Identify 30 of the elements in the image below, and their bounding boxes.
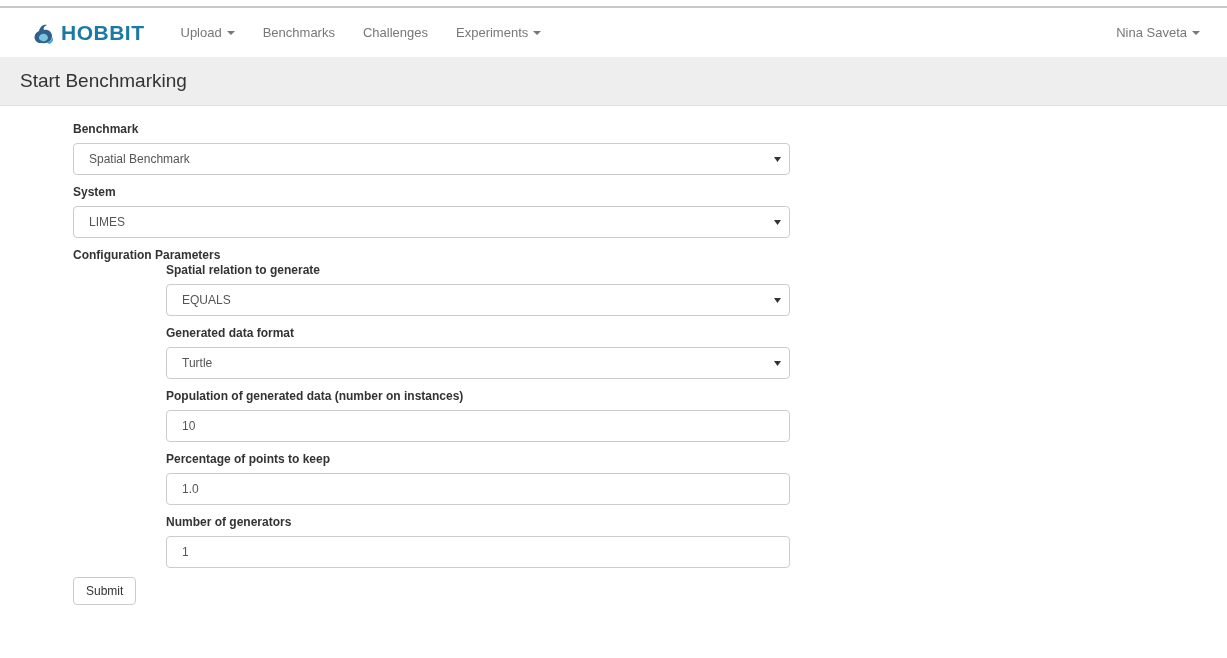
field-label: Spatial relation to generate: [166, 263, 322, 278]
dropdown-arrow-icon: [774, 156, 781, 162]
field-label: Number of generators: [166, 515, 293, 530]
input-field[interactable]: 10: [166, 410, 790, 442]
nav-link[interactable]: Upload: [180, 25, 235, 40]
select-field[interactable]: EQUALS: [166, 284, 790, 316]
section-title: Configuration Parameters: [73, 248, 222, 263]
field-label: Percentage of points to keep: [166, 452, 332, 467]
field-label: System: [73, 185, 117, 200]
page-title: Start Benchmarking: [20, 70, 187, 92]
caret-icon: [226, 30, 235, 35]
caret-icon: [1192, 30, 1200, 35]
field-label: Population of generated data (number on instances): [166, 389, 465, 404]
field-label: Benchmark: [73, 122, 140, 137]
submit-button[interactable]: Submit: [73, 577, 137, 605]
select-field[interactable]: Turtle: [166, 347, 790, 379]
brand-name[interactable]: HOBBIT: [61, 20, 145, 45]
dropdown-arrow-icon: [774, 219, 781, 225]
nav-link[interactable]: Experiments: [456, 25, 542, 40]
select-field[interactable]: LIMES: [73, 206, 790, 238]
nav-link[interactable]: Challenges: [362, 25, 428, 40]
nav-link[interactable]: Benchmarks: [262, 25, 335, 40]
dropdown-arrow-icon: [774, 360, 781, 366]
select-field[interactable]: Spatial Benchmark: [73, 143, 790, 175]
caret-icon: [533, 30, 542, 35]
dropdown-arrow-icon: [774, 297, 781, 303]
nav-link[interactable]: Nina Saveta: [1116, 25, 1200, 40]
field-label: Generated data format: [166, 326, 296, 341]
input-field[interactable]: 1: [166, 536, 790, 568]
input-field[interactable]: 1.0: [166, 473, 790, 505]
